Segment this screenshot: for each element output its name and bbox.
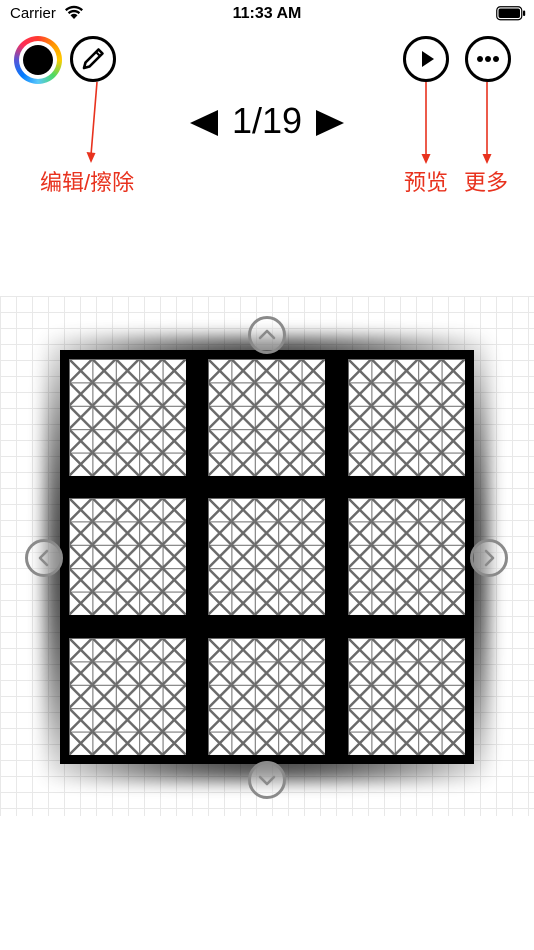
- annotation-preview: 预览: [404, 170, 449, 195]
- drawing-canvas[interactable]: [60, 350, 474, 764]
- status-bar: Carrier 11:33 AM: [0, 0, 534, 28]
- page-navigator: 1/19: [180, 98, 354, 146]
- canvas-tile: [208, 498, 325, 615]
- chevron-down-icon: [258, 775, 276, 786]
- annotation-arrow-more: [482, 82, 492, 164]
- triangle-right-icon[interactable]: [316, 110, 344, 136]
- preview-button[interactable]: [403, 36, 449, 82]
- ellipsis-icon: [477, 56, 499, 62]
- canvas-tile: [348, 638, 465, 755]
- chevron-left-icon: [38, 549, 49, 567]
- canvas-tile: [69, 498, 186, 615]
- canvas-tile: [69, 638, 186, 755]
- canvas-tile: [348, 498, 465, 615]
- more-button[interactable]: [465, 36, 511, 82]
- annotation-edit-erase: 编辑/擦除: [40, 170, 135, 195]
- battery-icon: [496, 6, 526, 21]
- annotation-more: 更多: [464, 170, 509, 195]
- shift-left-button[interactable]: [25, 539, 63, 577]
- play-icon: [422, 51, 434, 67]
- shift-right-button[interactable]: [470, 539, 508, 577]
- annotation-arrow-edit: [86, 81, 98, 163]
- canvas-tile: [69, 359, 186, 476]
- edit-erase-button[interactable]: [70, 36, 116, 82]
- pencil-icon: [82, 48, 104, 70]
- shift-down-button[interactable]: [248, 761, 286, 799]
- canvas-tile: [208, 359, 325, 476]
- canvas-tile: [348, 359, 465, 476]
- clock: 11:33 AM: [232, 5, 302, 22]
- annotation-arrow-preview: [421, 82, 431, 164]
- shift-up-button[interactable]: [248, 316, 286, 354]
- selected-color-swatch: [19, 41, 57, 79]
- chevron-up-icon: [258, 329, 276, 340]
- color-picker-button[interactable]: [14, 36, 62, 84]
- chevron-right-icon: [484, 549, 495, 567]
- canvas-tile: [208, 638, 325, 755]
